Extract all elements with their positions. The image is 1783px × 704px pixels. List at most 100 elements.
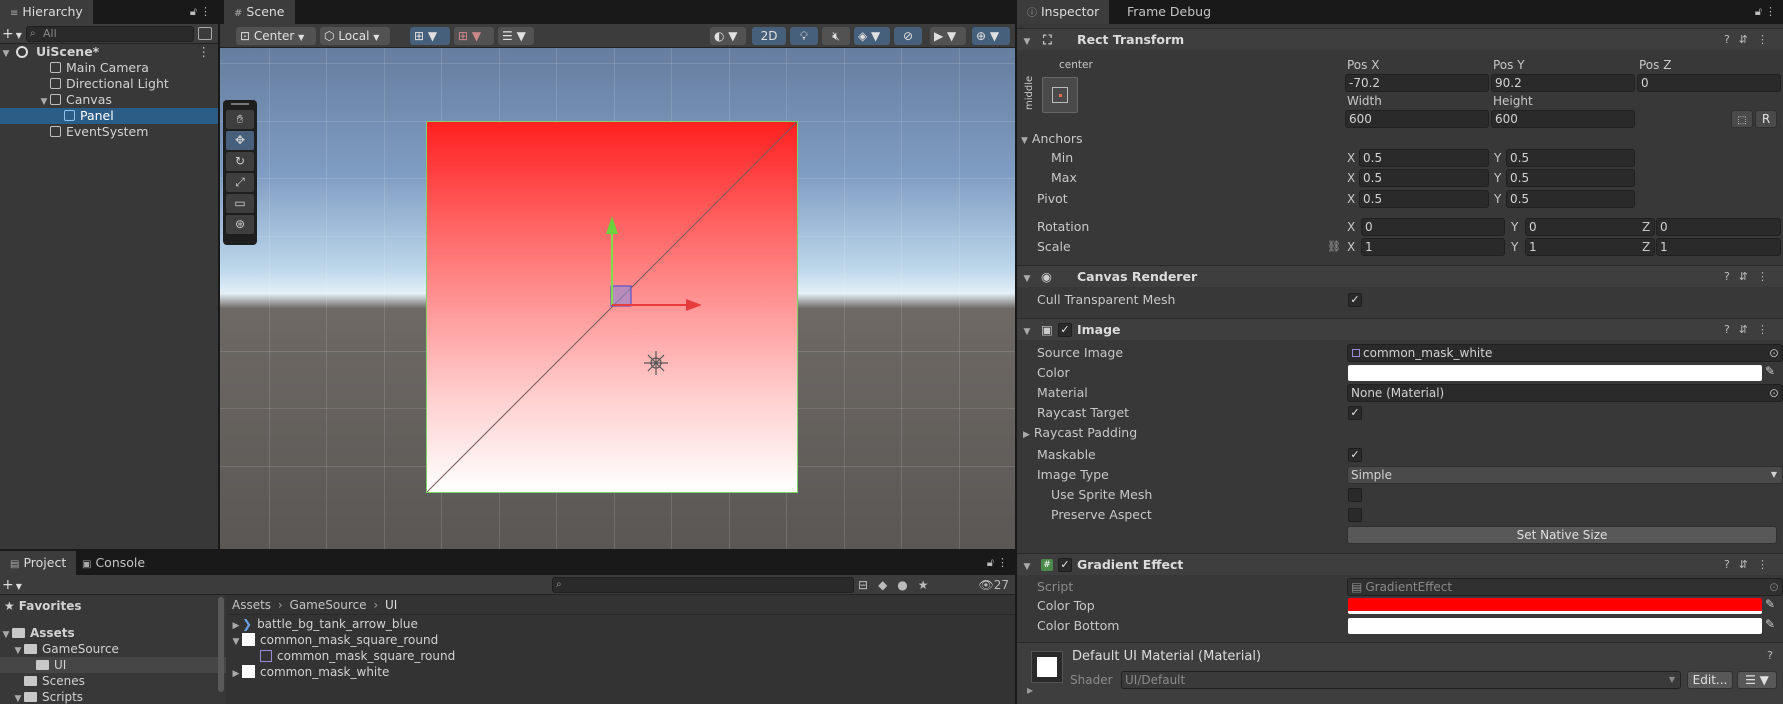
object-picker-icon[interactable]: ⊙	[1769, 345, 1779, 361]
tree-item-uiscene[interactable]: ▼ UiScene* ⋮	[0, 44, 218, 60]
scale-x-field[interactable]: 1	[1361, 238, 1505, 256]
rotation-z-field[interactable]: 0	[1656, 218, 1781, 236]
source-image-field[interactable]: common_mask_white ⊙	[1347, 344, 1783, 362]
folder-assets[interactable]: ▼ Assets	[0, 625, 226, 641]
set-native-size-button[interactable]: Set Native Size	[1347, 526, 1777, 544]
color-top-swatch[interactable]	[1348, 598, 1762, 614]
rect-transform-header[interactable]: ▼ ⛶ Rect Transform ?⇵⋮	[1017, 28, 1783, 50]
height-field[interactable]: 600	[1491, 110, 1635, 128]
scale-y-field[interactable]: 1	[1525, 238, 1655, 256]
asset-subitem[interactable]: common_mask_square_round	[228, 648, 1015, 664]
material-field[interactable]: None (Material) ⊙	[1347, 384, 1783, 402]
scene-menu-icon[interactable]: ⋮	[198, 44, 211, 60]
tab-inspector[interactable]: ⓘ Inspector	[1017, 0, 1110, 24]
create-asset-button[interactable]: + ▼	[2, 575, 22, 595]
blueprint-mode-button[interactable]: ⬚	[1731, 110, 1753, 128]
pivot-mode-dropdown[interactable]: ⊡ Center ▼	[236, 27, 316, 45]
raycast-target-checkbox[interactable]: ✓	[1348, 406, 1362, 420]
rotation-x-field[interactable]: 0	[1361, 218, 1505, 236]
expand-arrow-icon[interactable]: ▼	[1021, 31, 1033, 53]
tree-item-eventsystem[interactable]: EventSystem	[0, 124, 218, 140]
object-picker-icon[interactable]: ⊙	[1769, 385, 1779, 401]
asset-item[interactable]: ▶ ❯ battle_bg_tank_arrow_blue	[228, 616, 1015, 632]
lock-icon[interactable]: 🔓︎	[987, 556, 997, 569]
transform-gizmo[interactable]	[220, 48, 1015, 549]
expand-arrow-icon[interactable]: ▼	[1021, 321, 1033, 343]
pivot-y-field[interactable]: 0.5	[1506, 190, 1635, 208]
search-filter-icon[interactable]	[198, 27, 212, 40]
gizmos-dropdown[interactable]: ⊕ ▼	[972, 27, 1010, 45]
tool-palette-handle[interactable]	[231, 103, 249, 105]
raw-edit-button[interactable]: R	[1755, 110, 1777, 128]
component-header-icons[interactable]: ?⇵⋮	[1724, 554, 1777, 576]
expand-arrow-icon[interactable]: ▼	[1021, 136, 1028, 146]
hidden-packages-toggle[interactable]: 👁︎27	[978, 575, 1009, 595]
effects-dropdown[interactable]: ◈ ▼	[854, 27, 890, 45]
kebab-menu-icon[interactable]: ⋮	[1765, 5, 1779, 18]
breadcrumb-gamesource[interactable]: GameSource	[290, 598, 367, 612]
width-field[interactable]: 600	[1345, 110, 1489, 128]
tab-hierarchy[interactable]: ≡ Hierarchy	[0, 0, 93, 24]
anchor-preset-button[interactable]	[1042, 77, 1078, 113]
rect-tool[interactable]: ▭	[226, 194, 254, 213]
color-bottom-swatch[interactable]	[1348, 618, 1762, 634]
kebab-menu-icon[interactable]: ⋮	[997, 556, 1011, 569]
pos-z-field[interactable]: 0	[1637, 74, 1781, 92]
rotation-y-field[interactable]: 0	[1525, 218, 1655, 236]
tree-item-directional-light[interactable]: Directional Light	[0, 76, 218, 92]
draw-mode-dropdown[interactable]: ◐ ▼	[710, 27, 746, 45]
search-by-type-icon[interactable]: ⊟	[858, 578, 878, 592]
breadcrumb-assets[interactable]: Assets	[232, 598, 271, 612]
component-header-icons[interactable]: ?⇵⋮	[1724, 266, 1777, 288]
expand-arrow-icon[interactable]: ▼	[1021, 556, 1033, 578]
maskable-checkbox[interactable]: ✓	[1348, 448, 1362, 462]
gradient-enabled-checkbox[interactable]: ✓	[1058, 558, 1072, 572]
align-button[interactable]: ☰ ▼	[498, 27, 534, 45]
folder-scripts[interactable]: ▼ Scripts	[0, 689, 226, 704]
image-header[interactable]: ▼ ▣ ✓ Image ?⇵⋮	[1017, 318, 1783, 340]
lighting-toggle[interactable]: 💡︎	[790, 27, 818, 45]
raycast-padding-foldout[interactable]: ▶ Raycast Padding	[1023, 424, 1137, 442]
expand-arrow-icon[interactable]: ▶	[1023, 430, 1030, 440]
asset-item[interactable]: ▼ common_mask_square_round	[228, 632, 1015, 648]
folder-gamesource[interactable]: ▼ GameSource	[0, 641, 226, 657]
pos-x-field[interactable]: -70.2	[1345, 74, 1489, 92]
anchor-max-y-field[interactable]: 0.5	[1506, 169, 1635, 187]
canvas-renderer-header[interactable]: ▼ ◉ Canvas Renderer ?⇵⋮	[1017, 265, 1783, 287]
tree-item-main-camera[interactable]: Main Camera	[0, 60, 218, 76]
hand-tool[interactable]: ✋︎	[226, 110, 254, 129]
lock-icon[interactable]: 🔓︎	[190, 5, 200, 18]
audio-toggle[interactable]: 🔇︎	[822, 27, 850, 45]
grid-snap-button[interactable]: ⊞ ▼	[410, 27, 450, 45]
warning-filter-icon[interactable]: ●	[897, 578, 917, 592]
expand-arrow-icon[interactable]: ▶	[1027, 686, 1033, 695]
pivot-x-field[interactable]: 0.5	[1359, 190, 1489, 208]
tree-item-canvas[interactable]: ▼ Canvas	[0, 92, 218, 108]
hierarchy-search-input[interactable]: ⌕ All	[26, 26, 194, 42]
tab-project[interactable]: ▤ Project	[0, 551, 77, 575]
move-tool[interactable]: ✥	[226, 131, 254, 150]
eyedropper-icon[interactable]: ✎	[1765, 364, 1775, 378]
breadcrumb-ui[interactable]: UI	[385, 598, 397, 612]
component-header-icons[interactable]: ?⇵⋮	[1724, 29, 1777, 51]
preserve-aspect-checkbox[interactable]	[1348, 508, 1362, 522]
anchor-min-y-field[interactable]: 0.5	[1506, 149, 1635, 167]
expand-arrow-icon[interactable]: ▼	[1021, 268, 1033, 290]
scale-z-field[interactable]: 1	[1656, 238, 1781, 256]
anchors-foldout[interactable]: ▼ Anchors	[1021, 130, 1083, 148]
favorites-section[interactable]: ★ Favorites	[0, 598, 226, 614]
scene-viewport[interactable]: ✋︎ ✥ ↻ ⤢ ▭ ⊛	[220, 48, 1015, 549]
shader-dropdown[interactable]: UI/Default ▼	[1121, 671, 1681, 689]
tree-item-panel[interactable]: Panel	[0, 108, 218, 124]
edit-shader-button[interactable]: Edit...	[1687, 671, 1733, 689]
eyedropper-icon[interactable]: ✎	[1765, 617, 1775, 631]
anchor-max-x-field[interactable]: 0.5	[1359, 169, 1489, 187]
project-search-input[interactable]: ⌕	[552, 577, 854, 593]
lock-icon[interactable]: 🔓︎	[1755, 5, 1765, 18]
gradient-effect-header[interactable]: ▼ # ✓ Gradient Effect ?⇵⋮	[1017, 553, 1783, 575]
folder-ui[interactable]: UI	[0, 657, 226, 673]
eyedropper-icon[interactable]: ✎	[1765, 597, 1775, 611]
color-swatch[interactable]	[1348, 365, 1762, 381]
folder-scenes[interactable]: Scenes	[0, 673, 226, 689]
inspector-tab-menu[interactable]: 🔓︎⋮	[1755, 0, 1779, 24]
